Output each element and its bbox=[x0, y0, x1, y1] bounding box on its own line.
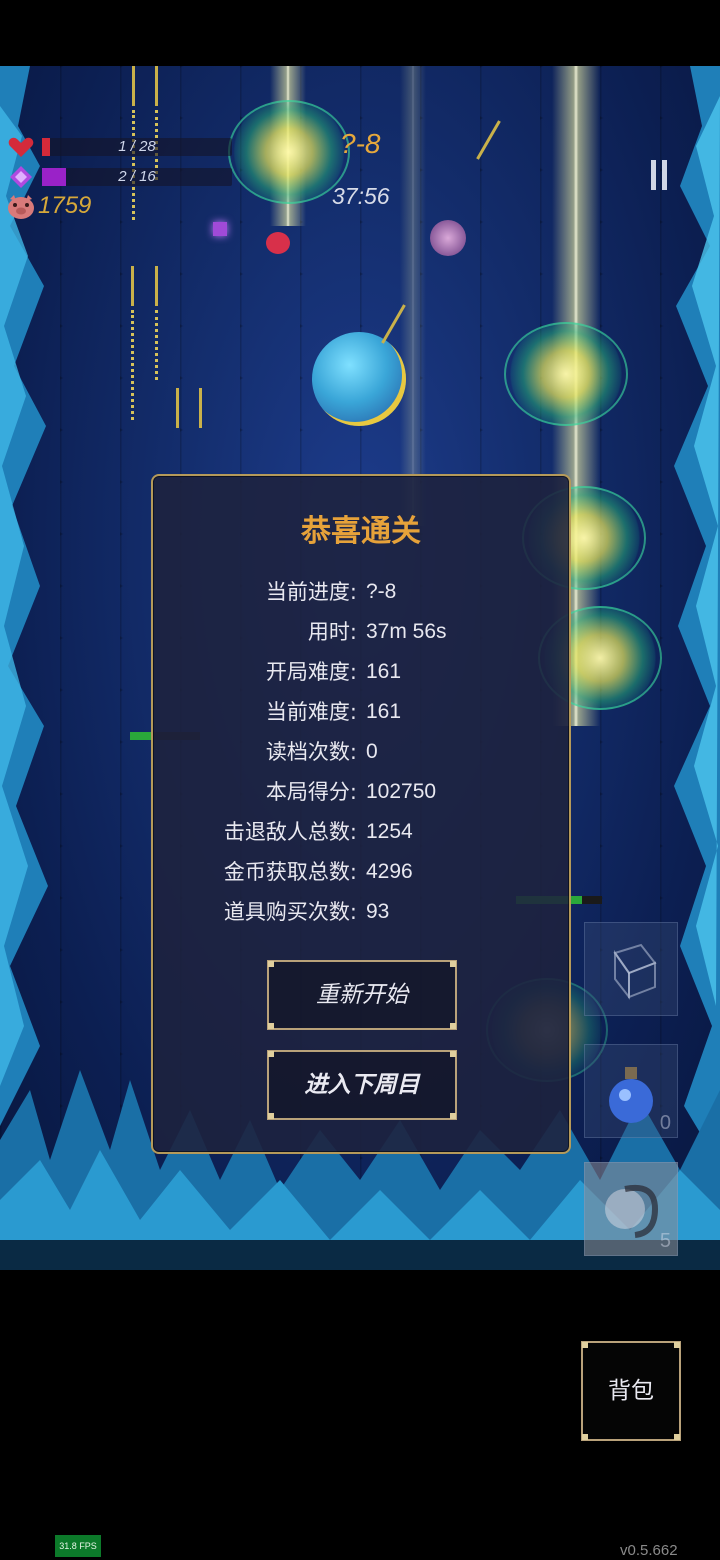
piggy-bank-icon bbox=[8, 195, 34, 219]
health-text: 1 / 28 bbox=[118, 138, 156, 155]
arrow-projectile bbox=[199, 388, 202, 428]
next-cycle-label: 进入下周目 bbox=[304, 1072, 420, 1098]
stat-row: 当前进度: ?-8 bbox=[153, 572, 569, 612]
arrow-trail bbox=[131, 310, 137, 420]
bag-button[interactable]: 背包 bbox=[581, 1341, 681, 1441]
fps-counter: 31.8 FPS bbox=[55, 1535, 101, 1557]
arrow-projectile bbox=[155, 66, 158, 106]
arrow-trail bbox=[132, 110, 138, 220]
game-screen: 1 / 28 2 / 16 1759 ?-8 37:56 0 5 恭喜通关 当前… bbox=[0, 0, 720, 1560]
pause-button[interactable] bbox=[648, 160, 672, 192]
restart-label: 重新开始 bbox=[316, 982, 408, 1008]
gem-pickup bbox=[213, 222, 227, 236]
item-slot-orb[interactable]: 5 bbox=[584, 1162, 678, 1256]
stat-value: 161 bbox=[366, 660, 402, 683]
purple-enemy bbox=[430, 220, 466, 256]
stat-label: 当前进度: bbox=[265, 580, 357, 604]
stat-value: 161 bbox=[366, 700, 402, 723]
stat-value: 102750 bbox=[366, 780, 437, 803]
stat-label: 开局难度: bbox=[265, 660, 357, 684]
stat-label: 击退敌人总数: bbox=[223, 820, 357, 844]
arrow-projectile bbox=[132, 66, 135, 106]
stat-value: 4296 bbox=[366, 860, 413, 883]
arrow-trail bbox=[155, 310, 161, 380]
stat-label: 金币获取总数: bbox=[223, 860, 357, 884]
stats-list: 当前进度: ?-8 用时: 37m 56s 开局难度: 161 当前难度: 161 读档次数: 0… bbox=[153, 572, 569, 932]
diamond-icon bbox=[10, 166, 32, 188]
stat-value: ?-8 bbox=[366, 580, 397, 603]
stat-label: 读档次数: bbox=[265, 740, 357, 764]
health-bar: 1 / 28 bbox=[42, 138, 232, 156]
stat-label: 当前难度: bbox=[265, 700, 357, 724]
dialog-title: 恭喜通关 bbox=[301, 514, 421, 549]
orb-count: 5 bbox=[659, 1230, 671, 1252]
stat-row: 读档次数: 0 bbox=[153, 732, 569, 772]
gold-count: 1759 bbox=[38, 192, 92, 219]
cube-icon bbox=[613, 943, 657, 1000]
item-slot-cube[interactable] bbox=[584, 922, 678, 1016]
stat-row: 用时: 37m 56s bbox=[153, 612, 569, 652]
arrow-projectile bbox=[176, 388, 179, 428]
arrow-projectile bbox=[131, 266, 134, 306]
item-slot-potion[interactable]: 0 bbox=[584, 1044, 678, 1138]
run-timer: 37:56 bbox=[332, 183, 390, 209]
stat-value: 37m 56s bbox=[366, 620, 447, 643]
stat-label: 本局得分: bbox=[265, 780, 357, 804]
heart-icon bbox=[8, 137, 34, 157]
heart-pickup bbox=[266, 232, 290, 254]
magic-circle bbox=[504, 322, 628, 426]
stat-row: 击退敌人总数: 1254 bbox=[153, 812, 569, 852]
bag-label: 背包 bbox=[608, 1378, 654, 1404]
stat-row: 金币获取总数: 4296 bbox=[153, 852, 569, 892]
stat-label: 道具购买次数: bbox=[223, 900, 357, 924]
version-label: v0.5.662 bbox=[620, 1542, 678, 1559]
stat-row: 开局难度: 161 bbox=[153, 652, 569, 692]
next-cycle-button[interactable]: 进入下周目 bbox=[267, 1050, 457, 1120]
arrow-projectile bbox=[155, 266, 158, 306]
stage-label: ?-8 bbox=[340, 128, 381, 159]
stage-clear-dialog: 恭喜通关 当前进度: ?-8 用时: 37m 56s 开局难度: 161 当前难度: 161 读… bbox=[151, 474, 571, 1154]
stat-row: 道具购买次数: 93 bbox=[153, 892, 569, 932]
light-beam bbox=[400, 66, 426, 526]
mana-bar: 2 / 16 bbox=[42, 168, 232, 186]
stat-value: 93 bbox=[366, 900, 390, 923]
stat-value: 0 bbox=[366, 740, 378, 763]
pause-icon bbox=[651, 160, 656, 190]
bubble-orb bbox=[312, 332, 406, 426]
pause-icon bbox=[662, 160, 667, 190]
stat-row: 本局得分: 102750 bbox=[153, 772, 569, 812]
stat-row: 当前难度: 161 bbox=[153, 692, 569, 732]
stat-label: 用时: bbox=[307, 620, 357, 644]
health-row: 1 / 28 bbox=[8, 136, 232, 158]
potion-count: 0 bbox=[659, 1112, 671, 1134]
mana-row: 2 / 16 bbox=[8, 166, 232, 188]
restart-button[interactable]: 重新开始 bbox=[267, 960, 457, 1030]
stat-value: 1254 bbox=[366, 820, 413, 843]
mana-text: 2 / 16 bbox=[118, 168, 156, 185]
